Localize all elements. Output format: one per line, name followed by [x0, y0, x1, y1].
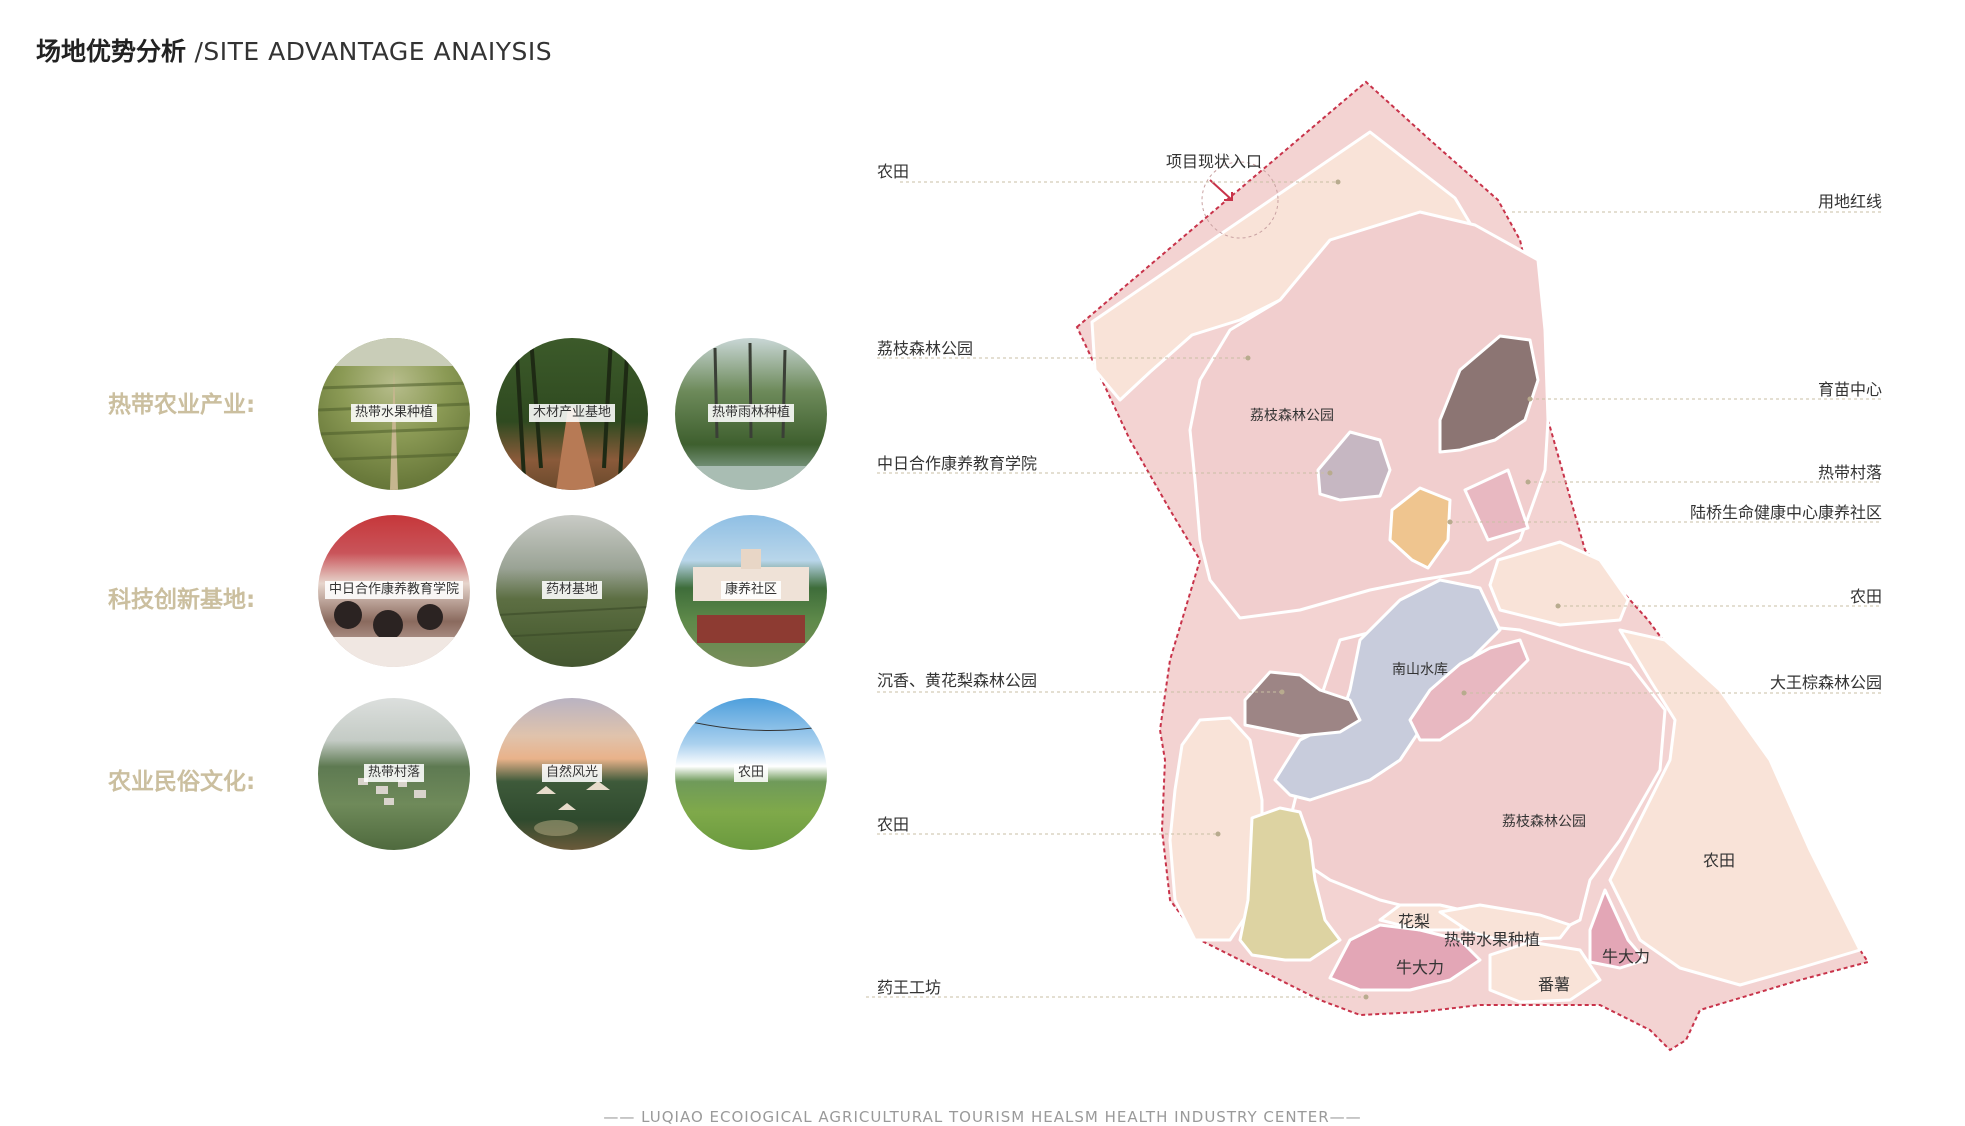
leader-dot-lychee-park [1245, 355, 1251, 361]
callout-left-agarwood-park: 沉香、黄花梨森林公园 [877, 671, 1037, 690]
zone-label-tropical-fruit: 热带水果种植 [1444, 930, 1540, 949]
callout-left-herb-workshop: 药王工坊 [877, 978, 941, 997]
callout-right-nursery: 育苗中心 [1818, 380, 1882, 399]
callout-right-redline: 用地红线 [1818, 192, 1882, 211]
leader-dot-wellness-community [1447, 519, 1453, 525]
zone-label-niudali-west: 牛大力 [1396, 958, 1444, 977]
footer-text: —— LUQIAO ECOIOGICAL AGRICULTURAL TOURIS… [603, 1108, 1362, 1126]
zone-label-nanshan-reservoir: 南山水库 [1392, 662, 1448, 678]
leader-dot-nursery [1527, 396, 1533, 402]
leader-dot-royal-palm-park [1461, 690, 1467, 696]
zone-label-huali: 花梨 [1398, 912, 1430, 931]
callout-left-lychee-park: 荔枝森林公园 [877, 339, 973, 358]
callout-left-farmland-north: 农田 [877, 162, 909, 181]
callout-left-sino-japan-college: 中日合作康养教育学院 [877, 454, 1037, 473]
leader-dot-farmland-north [1335, 179, 1341, 185]
zone-label-niudali-east: 牛大力 [1602, 947, 1650, 966]
leader-dot-farmland-east [1555, 603, 1561, 609]
site-map: 项目现状入口 农田 荔枝森林公园 中日合作康养教育学院 沉香、黄花梨森林公园 农… [866, 80, 1882, 1052]
callout-right-wellness-community: 陆桥生命健康中心康养社区 [1690, 503, 1882, 522]
callout-left-farmland-west: 农田 [877, 815, 909, 834]
zone-label-lychee-park-south: 荔枝森林公园 [1502, 814, 1586, 830]
leader-dot-tropical-village [1525, 479, 1531, 485]
callout-right-tropical-village: 热带村落 [1818, 463, 1882, 482]
callout-right-royal-palm-park: 大王棕森林公园 [1770, 673, 1882, 692]
zone-label-lychee-park-north: 荔枝森林公园 [1250, 408, 1334, 424]
leader-dot-herb-workshop [1363, 994, 1369, 1000]
callout-right-farmland-east: 农田 [1850, 587, 1882, 606]
leader-dot-sino-japan-college [1327, 470, 1333, 476]
leader-dot-farmland-west [1215, 831, 1221, 837]
zone-label-farmland-southeast: 农田 [1703, 851, 1735, 870]
leader-dot-agarwood-park [1279, 689, 1285, 695]
entrance-arrow-icon [1209, 179, 1233, 201]
entrance-label: 项目现状入口 [1166, 152, 1262, 171]
zone-label-sweet-potato: 番薯 [1538, 975, 1570, 994]
